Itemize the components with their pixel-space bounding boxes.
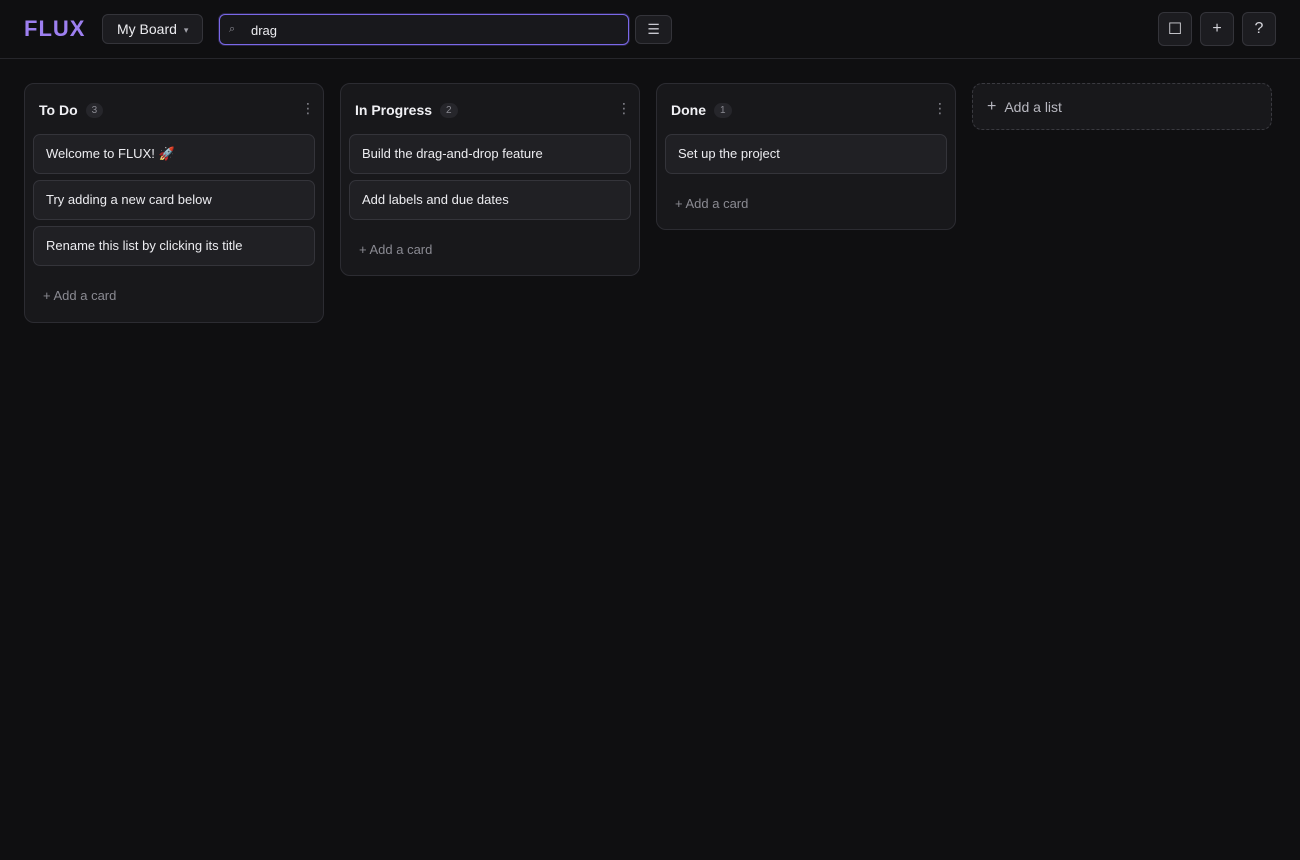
list-todo: To Do 3 ⋮ Welcome to FLUX! 🚀 Try adding a…	[24, 83, 324, 323]
square-icon: ☐	[1167, 21, 1183, 38]
add-list-button[interactable]: + Add a list	[972, 83, 1272, 130]
add-card-button[interactable]: + Add a card	[657, 196, 955, 211]
list-header: Done 1 ⋮	[657, 84, 955, 134]
list-menu-icon[interactable]: ⋮	[301, 101, 315, 115]
list-count-badge: 3	[85, 103, 104, 118]
card[interactable]: Rename this list by clicking its title	[33, 226, 315, 266]
square-button[interactable]: ☐	[1158, 12, 1192, 46]
list-title[interactable]: In Progress 2	[355, 102, 458, 118]
list-count-badge: 2	[440, 103, 458, 118]
add-card-button[interactable]: + Add a card	[25, 288, 323, 303]
list-header: In Progress 2 ⋮	[341, 84, 639, 134]
card[interactable]: Add labels and due dates	[349, 180, 631, 220]
list-title[interactable]: Done 1	[671, 102, 732, 118]
list-title-text: Done	[671, 102, 706, 118]
board-name: My Board	[117, 21, 177, 37]
add-button[interactable]: +	[1200, 12, 1234, 46]
list-title-text: In Progress	[355, 102, 433, 118]
list-in-progress: In Progress 2 ⋮ Build the drag-and-drop f…	[340, 83, 640, 276]
plus-icon: +	[1212, 20, 1222, 37]
filter-button[interactable]: ☰	[635, 15, 672, 44]
add-list-label: Add a list	[1004, 98, 1062, 115]
app-logo[interactable]: FLUX	[24, 16, 85, 42]
card[interactable]: Set up the project	[665, 134, 947, 174]
card[interactable]: Try adding a new card below	[33, 180, 315, 220]
list-header: To Do 3 ⋮	[25, 84, 323, 134]
menu-icon: ☰	[647, 21, 660, 37]
list-title-text: To Do	[39, 102, 78, 118]
list-done: Done 1 ⋮ Set up the project + Add a card	[656, 83, 956, 230]
search-icon: ⌕	[229, 23, 236, 35]
help-button[interactable]: ?	[1242, 12, 1276, 46]
add-card-button[interactable]: + Add a card	[341, 242, 639, 257]
board-selector[interactable]: My Board ▾	[102, 14, 203, 44]
search-input[interactable]	[251, 19, 621, 41]
list-count-badge: 1	[714, 103, 732, 118]
help-icon: ?	[1254, 20, 1264, 37]
card[interactable]: Build the drag-and-drop feature	[349, 134, 631, 174]
card[interactable]: Welcome to FLUX! 🚀	[33, 134, 315, 174]
list-title[interactable]: To Do 3	[39, 102, 104, 118]
top-bar: FLUX My Board ▾ ⌕ ☰ ☐ + ?	[0, 0, 1300, 59]
chevron-down-icon: ▾	[183, 24, 189, 35]
list-menu-icon[interactable]: ⋮	[933, 101, 947, 115]
list-menu-icon[interactable]: ⋮	[617, 101, 631, 115]
plus-icon: +	[987, 97, 997, 115]
search-box[interactable]: ⌕	[219, 14, 629, 45]
